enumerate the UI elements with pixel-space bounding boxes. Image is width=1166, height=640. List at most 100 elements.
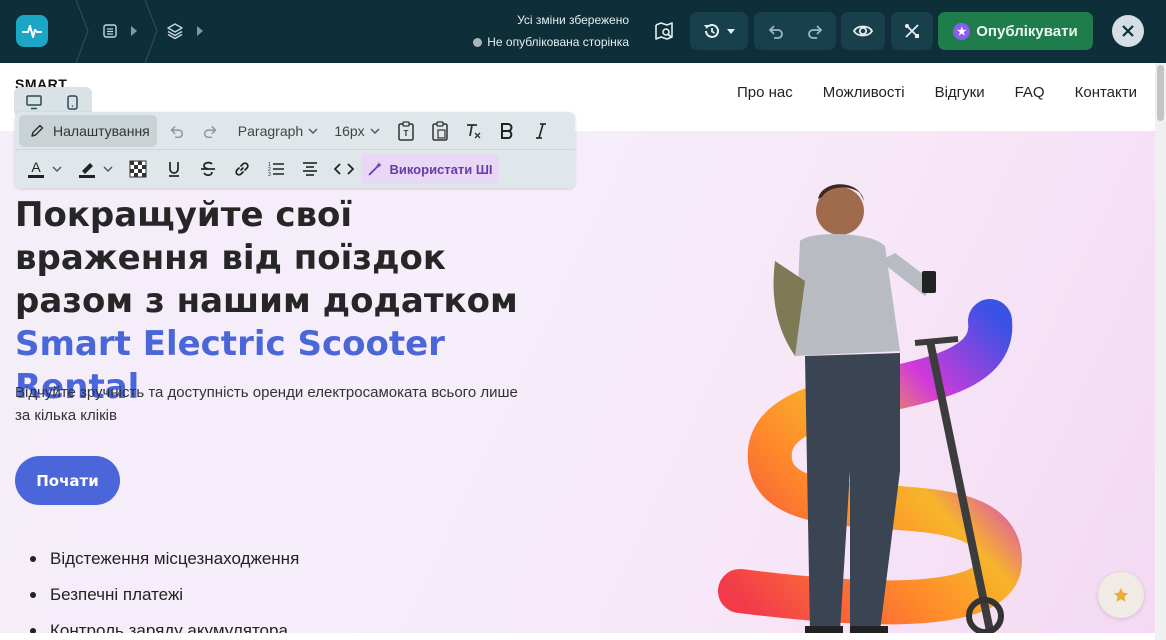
editor-undo-button[interactable] [165, 118, 187, 144]
magic-wand-icon [368, 162, 383, 176]
bold-button[interactable] [496, 118, 518, 144]
close-icon [1122, 25, 1134, 37]
toolbar-row-1: Налаштування Paragraph 16px T [15, 112, 575, 150]
highlight-color-button[interactable] [73, 156, 117, 182]
italic-icon [536, 123, 546, 139]
text-color-icon: A [28, 159, 44, 178]
nav-link-features[interactable]: Можливості [823, 84, 905, 101]
site-nav: Про нас Можливості Відгуки FAQ Контакти [737, 84, 1137, 101]
svg-text:3: 3 [268, 172, 271, 178]
star-icon: ★ [953, 22, 971, 40]
app-logo[interactable] [16, 15, 48, 47]
history-button[interactable] [690, 12, 748, 50]
hero-subtitle[interactable]: Відчуйте зручність та доступність оренди… [15, 381, 535, 427]
close-button[interactable] [1112, 15, 1144, 47]
ordered-list-icon: 123 [268, 162, 284, 178]
italic-button[interactable] [530, 118, 552, 144]
block-format-select[interactable]: Paragraph [235, 118, 321, 144]
editor-redo-button[interactable] [200, 118, 222, 144]
redo-icon[interactable] [806, 21, 826, 41]
layers-icon[interactable] [166, 22, 184, 40]
settings-button[interactable]: Налаштування [19, 115, 157, 147]
link-button[interactable] [231, 156, 253, 182]
save-status: Усі зміни збережено [517, 13, 629, 27]
code-view-button[interactable] [333, 156, 355, 182]
highlighter-icon [79, 163, 95, 178]
pulse-icon [22, 25, 42, 38]
desktop-icon [25, 94, 42, 109]
bullet [30, 592, 36, 598]
strikethrough-icon [201, 161, 215, 176]
chevron-right-icon [197, 26, 203, 36]
feature-text[interactable]: Безпечні платежі [50, 585, 183, 605]
link-icon [235, 162, 249, 176]
list-item: Безпечні платежі [30, 577, 299, 613]
feature-list: Відстеження місцезнаходження Безпечні пл… [30, 541, 299, 633]
bold-icon [501, 123, 513, 139]
favorite-button[interactable] [1098, 572, 1144, 618]
checkerboard-icon [129, 160, 147, 178]
nav-link-about[interactable]: Про нас [737, 84, 793, 101]
design-tools-button[interactable] [891, 12, 933, 50]
clear-format-button[interactable] [462, 118, 484, 144]
undo-icon [170, 125, 184, 139]
design-tools-icon [905, 24, 919, 38]
feature-text[interactable]: Контроль заряду акумулятора [50, 621, 288, 633]
publish-status: Не опублікована сторінка [473, 35, 629, 49]
status-dot [473, 37, 483, 47]
phone [922, 271, 936, 293]
chevron-down-icon [308, 128, 318, 134]
svg-text:A: A [31, 159, 41, 175]
scroll-thumb[interactable] [1157, 65, 1164, 121]
nav-link-faq[interactable]: FAQ [1015, 84, 1045, 101]
nav-link-reviews[interactable]: Відгуки [935, 84, 985, 101]
hero-title[interactable]: Покращуйте свої враження від поїздок раз… [15, 194, 535, 409]
get-started-button[interactable]: Почати [15, 456, 120, 505]
eye-icon [852, 25, 874, 37]
page-list-icon[interactable] [101, 22, 119, 40]
pencil-icon [31, 124, 44, 137]
page-scrollbar[interactable] [1155, 63, 1166, 640]
breadcrumb-divider [144, 0, 158, 63]
bullet [30, 628, 36, 633]
svg-text:T: T [404, 129, 409, 138]
hero-illustration[interactable] [700, 171, 1060, 633]
publish-button[interactable]: ★ Опублікувати [938, 12, 1093, 50]
publish-label: Опублікувати [976, 22, 1078, 40]
strikethrough-button[interactable] [197, 156, 219, 182]
toolbar-row-2: A 123 Використати ШІ [15, 150, 575, 188]
publish-status-text: Не опублікована сторінка [487, 35, 629, 49]
code-icon [334, 163, 354, 175]
hero-section: Покращуйте свої враження від поїздок раз… [0, 131, 1155, 633]
font-size-select[interactable]: 16px [331, 118, 383, 144]
align-center-icon [303, 162, 317, 176]
ordered-list-button[interactable]: 123 [265, 156, 287, 182]
use-ai-button[interactable]: Використати ШІ [361, 154, 499, 184]
chevron-down-icon [370, 128, 380, 134]
redo-icon [203, 125, 217, 139]
paste-text-button[interactable]: T [395, 118, 417, 144]
star-icon [1113, 587, 1129, 602]
chevron-down-icon [727, 29, 735, 34]
text-editor-toolbar: Налаштування Paragraph 16px T A 1 2 3 Ви… [15, 112, 575, 188]
background-color-button[interactable] [127, 156, 149, 182]
map-search-icon [655, 22, 673, 40]
underline-button[interactable] [163, 156, 185, 182]
paste-text-icon: T [398, 121, 414, 141]
undo-icon[interactable] [765, 21, 785, 41]
feature-text[interactable]: Відстеження місцезнаходження [50, 549, 299, 569]
settings-label: Налаштування [53, 123, 150, 139]
undo-redo-group [754, 12, 836, 50]
paste-button[interactable] [429, 118, 451, 144]
chevron-down-icon [103, 166, 113, 172]
underline-icon [169, 162, 179, 177]
text-color-button[interactable]: A [23, 156, 65, 182]
preview-button[interactable] [841, 12, 885, 50]
mobile-icon [67, 94, 78, 110]
list-item: Контроль заряду акумулятора [30, 613, 299, 633]
clear-format-icon [467, 124, 481, 139]
nav-link-contacts[interactable]: Контакти [1075, 84, 1137, 101]
site-editor-app: Усі зміни збережено Не опублікована стор… [0, 0, 1166, 640]
align-center-button[interactable] [299, 156, 321, 182]
map-search-button[interactable] [646, 12, 682, 50]
